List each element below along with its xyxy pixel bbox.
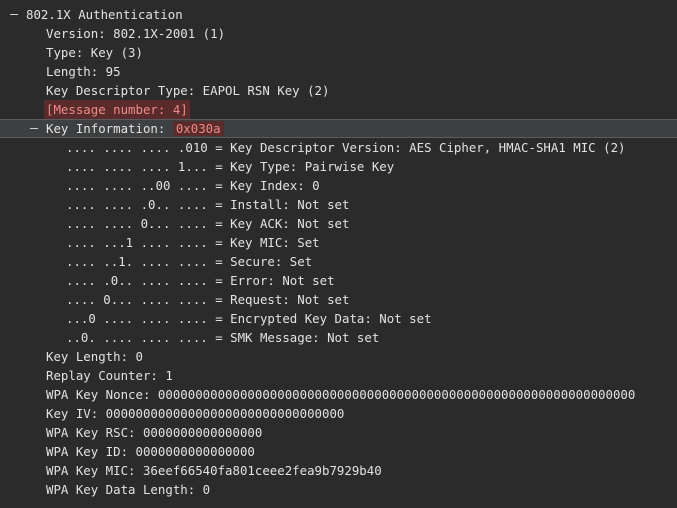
version-field: Version: 802.1X-2001 (1) (46, 26, 226, 41)
tree-row-secure[interactable]: .... ..1. .... .... = Secure: Set (0, 252, 677, 271)
packet-details-tree: 802.1X Authentication Version: 802.1X-20… (0, 0, 677, 508)
tree-row-key-ack[interactable]: .... .... 0... .... = Key ACK: Not set (0, 214, 677, 233)
tree-row-key-information[interactable]: Key Information: 0x030a (0, 119, 677, 138)
tree-row-wpa-key-id[interactable]: WPA Key ID: 0000000000000000 (0, 442, 677, 461)
tree-row-key-descriptor-type[interactable]: Key Descriptor Type: EAPOL RSN Key (2) (0, 81, 677, 100)
tree-row-wpa-key-rsc[interactable]: WPA Key RSC: 0000000000000000 (0, 423, 677, 442)
tree-row-install[interactable]: .... .... .0.. .... = Install: Not set (0, 195, 677, 214)
bitfield-key-descriptor-version: .... .... .... .010 = Key Descriptor Ver… (66, 140, 626, 155)
collapse-toggle-icon[interactable] (30, 128, 38, 129)
tree-row-key-iv[interactable]: Key IV: 00000000000000000000000000000000 (0, 404, 677, 423)
key-information-field: Key Information: 0x030a (46, 120, 224, 137)
tree-row-key-type[interactable]: .... .... .... 1... = Key Type: Pairwise… (0, 157, 677, 176)
tree-row-wpa-key-data-length[interactable]: WPA Key Data Length: 0 (0, 480, 677, 499)
wpa-key-data-length-field: WPA Key Data Length: 0 (46, 482, 211, 497)
type-field: Type: Key (3) (46, 45, 143, 60)
key-iv-field: Key IV: 00000000000000000000000000000000 (46, 406, 345, 421)
tree-row-eapol[interactable]: 802.1X Authentication (0, 5, 677, 24)
tree-row-key-mic[interactable]: .... ...1 .... .... = Key MIC: Set (0, 233, 677, 252)
message-number-field: [Message number: 4] (44, 100, 190, 119)
tree-row-smk-message[interactable]: ..0. .... .... .... = SMK Message: Not s… (0, 328, 677, 347)
tree-row-key-length[interactable]: Key Length: 0 (0, 347, 677, 366)
bitfield-smk-message: ..0. .... .... .... = SMK Message: Not s… (66, 330, 380, 345)
tree-row-request[interactable]: .... 0... .... .... = Request: Not set (0, 290, 677, 309)
bitfield-install: .... .... .0.. .... = Install: Not set (66, 197, 350, 212)
bitfield-encrypted-key-data: ...0 .... .... .... = Encrypted Key Data… (66, 311, 432, 326)
tree-row-key-index[interactable]: .... .... ..00 .... = Key Index: 0 (0, 176, 677, 195)
key-information-value: 0x030a (172, 121, 224, 136)
eapol-header-label: 802.1X Authentication (26, 7, 183, 22)
tree-row-length[interactable]: Length: 95 (0, 62, 677, 81)
bitfield-key-index: .... .... ..00 .... = Key Index: 0 (66, 178, 320, 193)
tree-row-key-descriptor-version[interactable]: .... .... .... .010 = Key Descriptor Ver… (0, 138, 677, 157)
tree-row-replay-counter[interactable]: Replay Counter: 1 (0, 366, 677, 385)
tree-row-message-number[interactable]: [Message number: 4] (0, 100, 677, 119)
tree-row-version[interactable]: Version: 802.1X-2001 (1) (0, 24, 677, 43)
collapse-toggle-icon[interactable] (10, 14, 18, 15)
bitfield-key-ack: .... .... 0... .... = Key ACK: Not set (66, 216, 350, 231)
bitfield-key-type: .... .... .... 1... = Key Type: Pairwise… (66, 159, 395, 174)
wpa-key-mic-field: WPA Key MIC: 36eef66540fa801ceee2fea9b79… (46, 463, 382, 478)
tree-row-encrypted-key-data[interactable]: ...0 .... .... .... = Encrypted Key Data… (0, 309, 677, 328)
bitfield-key-mic: .... ...1 .... .... = Key MIC: Set (66, 235, 320, 250)
key-information-label: Key Information: (46, 121, 173, 136)
key-descriptor-type-field: Key Descriptor Type: EAPOL RSN Key (2) (46, 83, 330, 98)
length-field: Length: 95 (46, 64, 121, 79)
bitfield-error: .... .0.. .... .... = Error: Not set (66, 273, 335, 288)
key-length-field: Key Length: 0 (46, 349, 143, 364)
replay-counter-field: Replay Counter: 1 (46, 368, 173, 383)
bitfield-request: .... 0... .... .... = Request: Not set (66, 292, 350, 307)
tree-row-type[interactable]: Type: Key (3) (0, 43, 677, 62)
parent-row-partial[interactable] (0, 0, 677, 4)
wpa-key-rsc-field: WPA Key RSC: 0000000000000000 (46, 425, 263, 440)
tree-row-error[interactable]: .... .0.. .... .... = Error: Not set (0, 271, 677, 290)
wpa-key-nonce-field: WPA Key Nonce: 0000000000000000000000000… (46, 387, 636, 402)
bitfield-secure: .... ..1. .... .... = Secure: Set (66, 254, 313, 269)
tree-row-wpa-key-mic[interactable]: WPA Key MIC: 36eef66540fa801ceee2fea9b79… (0, 461, 677, 480)
wpa-key-id-field: WPA Key ID: 0000000000000000 (46, 444, 255, 459)
tree-row-wpa-key-nonce[interactable]: WPA Key Nonce: 0000000000000000000000000… (0, 385, 677, 404)
